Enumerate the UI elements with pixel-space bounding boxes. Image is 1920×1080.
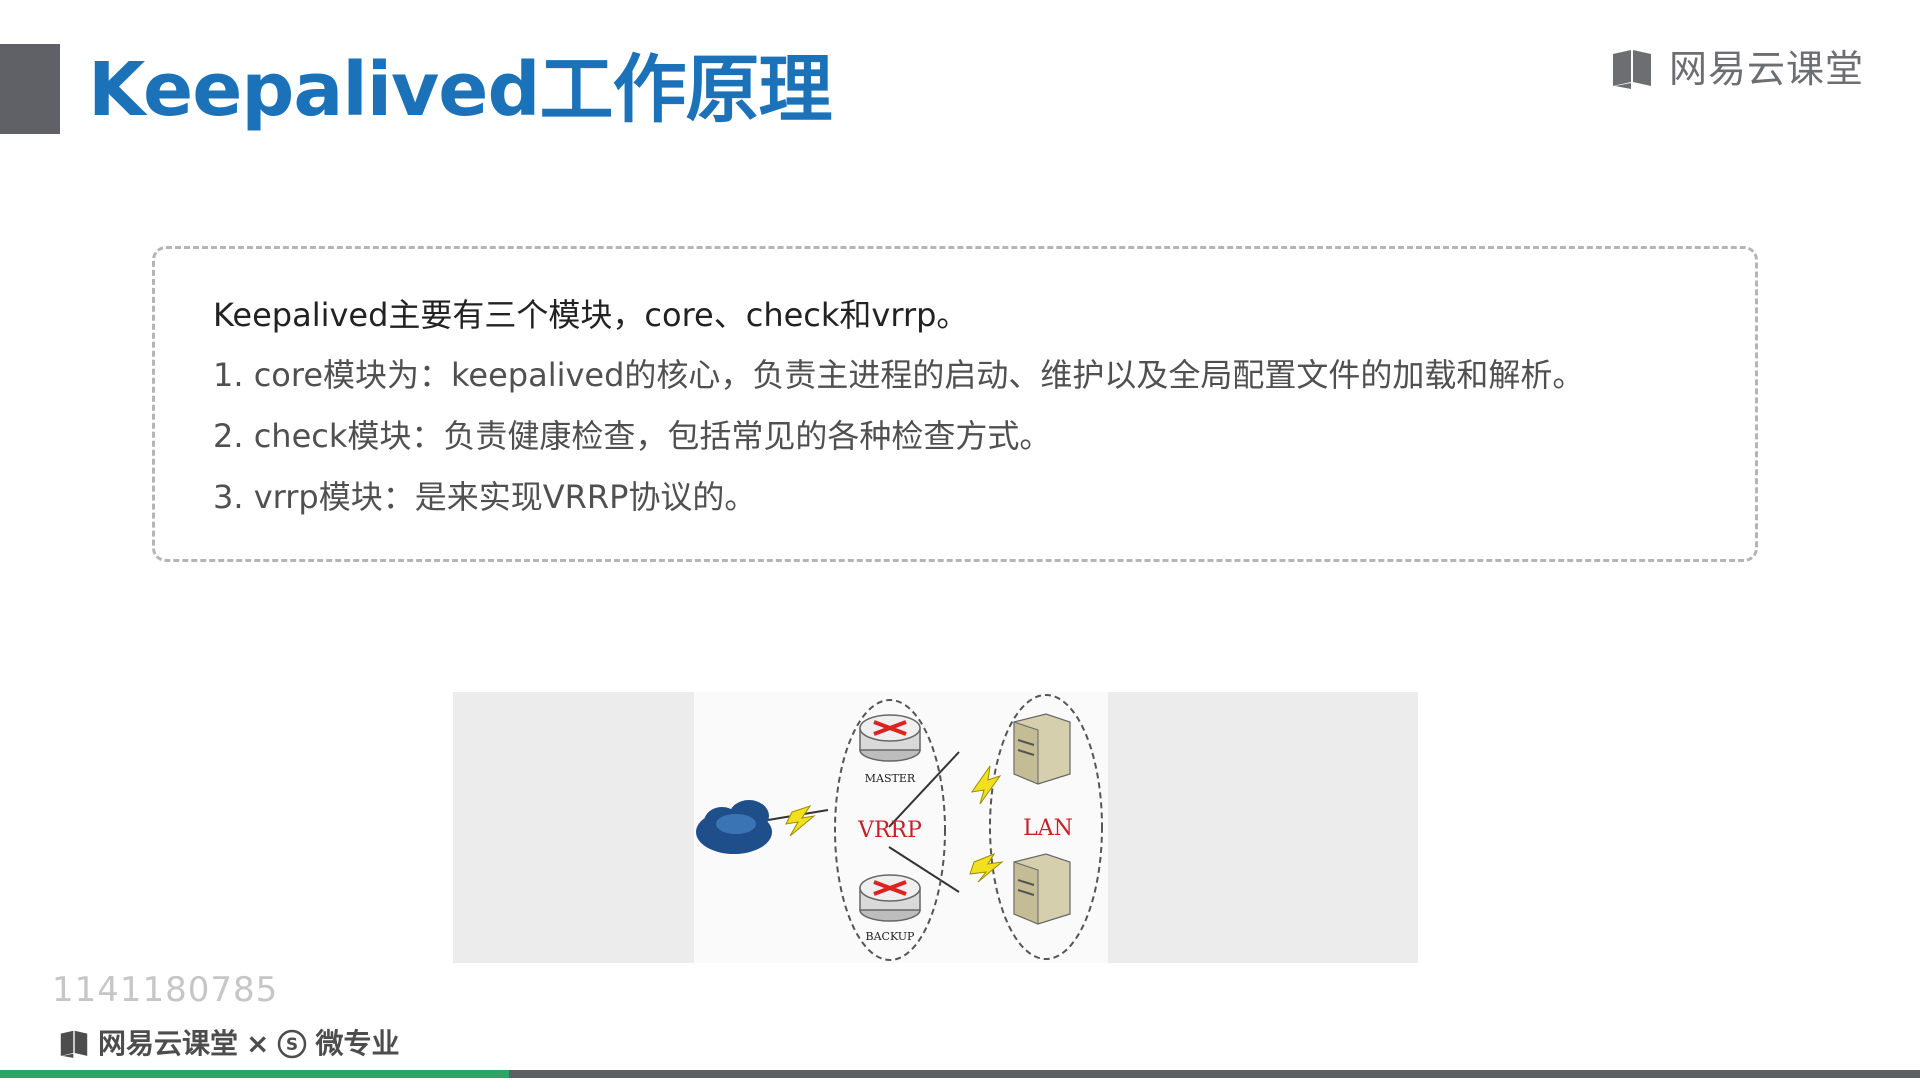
s-circle-icon: S xyxy=(278,1029,307,1059)
title-accent-bar xyxy=(0,44,60,134)
server-icon xyxy=(1013,853,1071,925)
svg-text:S: S xyxy=(286,1035,298,1055)
intro-text: Keepalived主要有三个模块，core、check和vrrp。 xyxy=(213,296,969,334)
user-id-watermark: 1141180785 xyxy=(52,970,279,1010)
server-icon xyxy=(1013,713,1071,785)
vrrp-network-diagram: MASTER VRRP BACKUP LAN xyxy=(696,694,1103,961)
lan-label: LAN xyxy=(1023,816,1073,841)
lightning-icon xyxy=(785,805,816,837)
brand-name-bottom: 网易云课堂 xyxy=(98,1027,239,1060)
video-progress-bar[interactable] xyxy=(0,1070,1920,1078)
brand-name: 网易云课堂 xyxy=(1668,47,1864,91)
router-icon xyxy=(859,874,921,922)
brand-logo-bottom: 网易云课堂 × S 微专业 xyxy=(58,1024,400,1064)
progress-fill xyxy=(0,1070,509,1078)
cloud-icon xyxy=(696,800,772,854)
list-item: 2. check模块：负责健康检查，包括常见的各种检查方式。 xyxy=(213,417,1052,455)
page-title: Keepalived工作原理 xyxy=(88,47,832,133)
list-item: 1. core模块为：keepalived的核心，负责主进程的启动、维护以及全局… xyxy=(213,356,1585,394)
book-icon xyxy=(1612,50,1651,89)
master-label: MASTER xyxy=(865,772,916,785)
brand-separator: × xyxy=(246,1027,270,1060)
lightning-icon xyxy=(969,852,1004,883)
book-icon xyxy=(60,1030,88,1058)
router-icon xyxy=(859,714,921,762)
info-box: Keepalived主要有三个模块，core、check和vrrp。 1. co… xyxy=(152,246,1758,562)
brand-logo-top: 网易云课堂 xyxy=(1609,44,1864,94)
backup-label: BACKUP xyxy=(866,930,916,943)
module-list: 1. core模块为：keepalived的核心，负责主进程的启动、维护以及全局… xyxy=(213,353,1584,536)
vrrp-label: VRRP xyxy=(857,818,922,843)
list-item: 3. vrrp模块：是来实现VRRP协议的。 xyxy=(213,478,757,516)
micro-major-label: 微专业 xyxy=(315,1027,400,1060)
